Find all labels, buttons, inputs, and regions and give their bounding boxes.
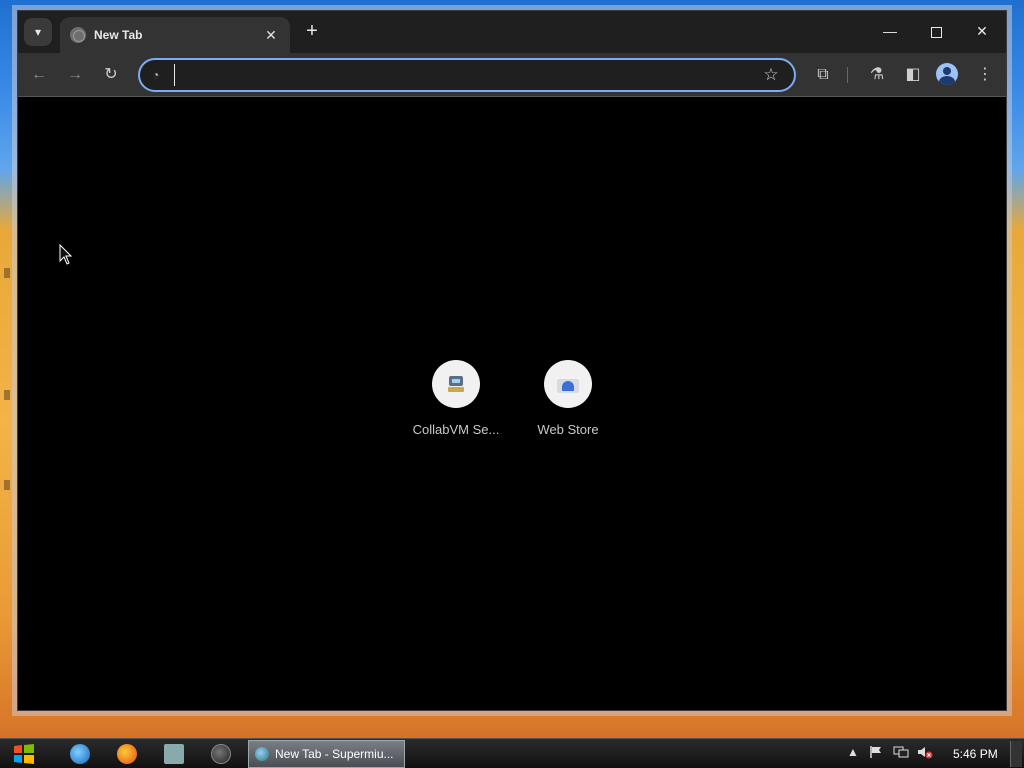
web-store-icon xyxy=(557,375,579,393)
shortcut-tile[interactable] xyxy=(432,360,480,408)
windows-start-icon[interactable] xyxy=(8,741,40,767)
firefox-icon[interactable] xyxy=(117,744,137,764)
globe-icon[interactable] xyxy=(211,744,231,764)
network-icon[interactable] xyxy=(893,745,909,759)
show-desktop-button[interactable] xyxy=(1010,741,1022,767)
tab-search-button[interactable]: ▾ xyxy=(24,18,52,46)
maximize-button[interactable] xyxy=(916,17,956,45)
search-engine-icon: ◔ xyxy=(152,68,160,82)
avatar-head xyxy=(943,67,951,75)
shortcut-tile[interactable] xyxy=(544,360,592,408)
shortcut-label: CollabVM Se... xyxy=(412,422,500,437)
browser-menu-button[interactable]: ⋮ xyxy=(972,62,998,88)
taskbar-window-label: New Tab - Supermiu... xyxy=(275,747,394,761)
shortcut-web-store[interactable]: Web Store xyxy=(513,360,623,437)
tab-new-tab[interactable]: New Tab ✕ xyxy=(60,17,290,53)
mouse-cursor-icon xyxy=(59,244,73,265)
close-window-button[interactable]: ✕ xyxy=(962,17,1002,45)
clock[interactable]: 5:46 PM xyxy=(953,747,998,761)
back-button[interactable]: ← xyxy=(26,62,52,88)
new-tab-button[interactable]: + xyxy=(300,20,324,44)
collabvm-icon xyxy=(446,374,466,394)
taskbar: New Tab - Supermiu... ▲ 5:46 PM xyxy=(0,738,1024,768)
profile-avatar-icon[interactable] xyxy=(936,63,958,85)
action-center-flag-icon[interactable] xyxy=(869,745,883,759)
toolbar-divider xyxy=(847,67,848,83)
tray-overflow-icon[interactable]: ▲ xyxy=(847,745,859,759)
labs-icon[interactable]: ⚗ xyxy=(864,62,890,88)
taskbar-window-button[interactable]: New Tab - Supermiu... xyxy=(248,740,405,768)
minimize-button[interactable]: — xyxy=(870,17,910,45)
reload-button[interactable]: ↻ xyxy=(98,62,124,88)
browser-icon xyxy=(255,747,269,761)
maximize-icon xyxy=(930,26,942,38)
chevron-down-icon: ▾ xyxy=(34,25,42,39)
side-panel-icon[interactable]: ◧ xyxy=(900,62,926,88)
globe-icon xyxy=(70,27,86,43)
internet-explorer-icon[interactable] xyxy=(70,744,90,764)
store-icon[interactable] xyxy=(164,744,184,764)
browser-window: ▾ New Tab ✕ + — ✕ ← → ↻ ◔ ☆ ⧉ ⚗ ◧ ⋮ Coll… xyxy=(17,10,1007,711)
avatar-body xyxy=(939,76,955,85)
shortcut-collabvm[interactable]: CollabVM Se... xyxy=(401,360,511,437)
shortcut-label: Web Store xyxy=(537,422,599,437)
desktop-fragment xyxy=(4,268,10,278)
volume-muted-icon[interactable] xyxy=(917,745,933,759)
address-bar[interactable]: ◔ ☆ xyxy=(138,58,796,92)
new-tab-page: CollabVM Se... Web Store xyxy=(18,98,1006,710)
tab-close-button[interactable]: ✕ xyxy=(262,27,280,44)
desktop-fragment xyxy=(4,480,10,490)
tab-strip: ▾ New Tab ✕ + — ✕ xyxy=(18,11,1006,53)
desktop-fragment xyxy=(4,390,10,400)
extensions-icon[interactable]: ⧉ xyxy=(810,62,836,88)
address-input[interactable] xyxy=(174,64,760,86)
browser-toolbar: ← → ↻ ◔ ☆ ⧉ ⚗ ◧ ⋮ xyxy=(18,53,1006,97)
bookmark-star-icon[interactable]: ☆ xyxy=(760,65,782,85)
forward-button[interactable]: → xyxy=(62,62,88,88)
tab-title: New Tab xyxy=(94,28,143,42)
